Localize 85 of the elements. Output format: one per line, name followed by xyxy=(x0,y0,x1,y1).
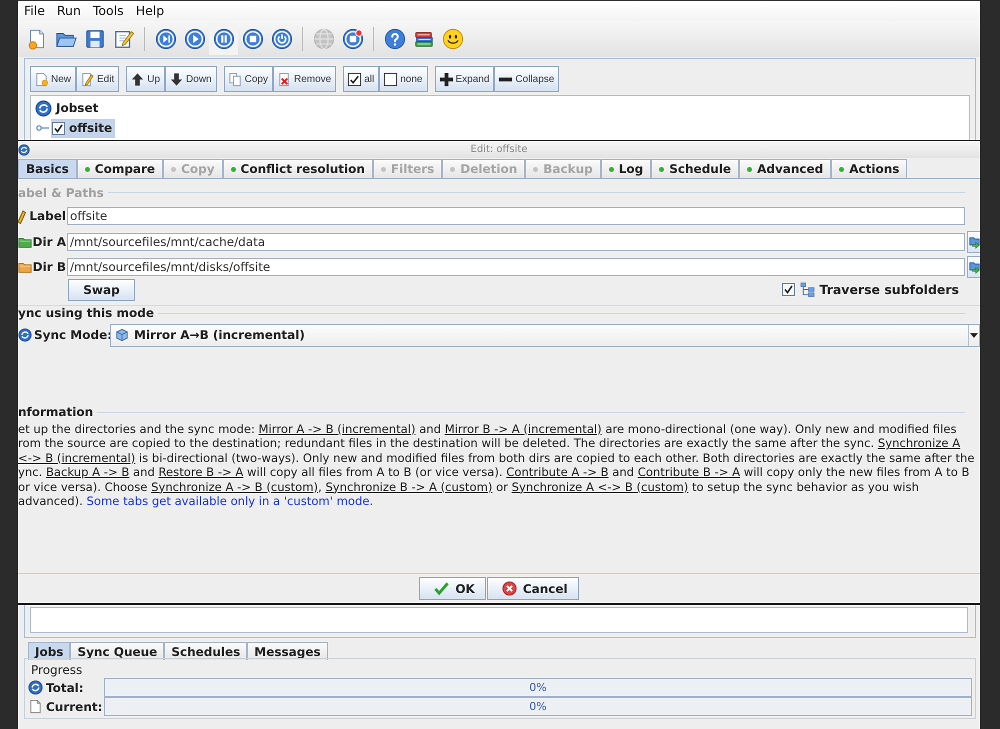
tree-connector-icon xyxy=(36,124,49,132)
page-icon xyxy=(28,699,43,714)
caret-icon xyxy=(970,332,978,338)
group-title: abel & Paths xyxy=(18,186,104,200)
copy-icon xyxy=(228,72,243,86)
select-none-button[interactable]: none xyxy=(379,66,428,92)
skip-forward-icon xyxy=(154,28,176,50)
x-circle-icon xyxy=(502,581,517,596)
input-field[interactable]: offsite xyxy=(67,206,965,224)
up-button[interactable]: Up xyxy=(126,66,166,92)
remove-button[interactable]: Remove xyxy=(272,66,336,92)
edit-icon xyxy=(112,28,134,50)
progress-label: Total: xyxy=(46,680,84,694)
tab[interactable]: Schedules xyxy=(164,642,248,660)
tab[interactable]: Conflict resolution xyxy=(222,159,373,178)
tab[interactable]: Schedule xyxy=(651,159,740,178)
folder-arrow-icon xyxy=(969,235,980,249)
window-title: Edit: offsite xyxy=(470,144,528,155)
sync-mode-dropdown[interactable]: Mirror A→B (incremental) xyxy=(110,324,980,346)
field-label: Dir B xyxy=(32,260,66,274)
browse-button[interactable] xyxy=(967,231,980,253)
progress-text: 0% xyxy=(529,700,547,713)
tab[interactable]: Sync Queue xyxy=(70,642,164,660)
cancel-button[interactable]: Cancel xyxy=(486,577,579,600)
edit-button[interactable]: Edit xyxy=(76,66,120,92)
menu-item[interactable]: Tools xyxy=(86,2,130,20)
checkbox[interactable] xyxy=(52,122,65,134)
field-label: Sync Mode: xyxy=(34,328,112,342)
globe-icon xyxy=(312,28,334,50)
checked-box-icon xyxy=(347,72,362,86)
group-title: nformation xyxy=(18,405,94,419)
input-field[interactable]: /mnt/sourcefiles/mnt/disks/offsite xyxy=(67,258,965,276)
new-file-icon xyxy=(34,72,49,86)
browse-button[interactable] xyxy=(967,256,980,278)
plus-icon xyxy=(438,72,454,86)
tab[interactable]: Advanced xyxy=(739,159,832,178)
swap-button[interactable]: Swap xyxy=(68,278,135,300)
stop-icon xyxy=(242,28,264,50)
field-label: Dir A xyxy=(32,235,66,249)
edit-icon xyxy=(80,72,96,86)
field-label: Label xyxy=(29,208,66,222)
tree-item[interactable]: Jobset xyxy=(34,98,102,118)
expand-button[interactable]: Expand xyxy=(434,66,494,92)
sync-circle-icon xyxy=(28,680,43,695)
tag-icon xyxy=(18,208,26,224)
tab[interactable]: Basics xyxy=(18,159,77,178)
tab[interactable]: Jobs xyxy=(28,642,70,660)
power-icon xyxy=(270,28,292,50)
help-icon xyxy=(384,28,406,50)
checkbox[interactable] xyxy=(782,283,795,296)
menu-item[interactable]: Help xyxy=(130,2,170,20)
tab[interactable]: Messages xyxy=(247,642,328,660)
ok-button[interactable]: OK xyxy=(419,577,486,600)
folder-tree-icon xyxy=(800,282,815,297)
play-icon xyxy=(184,28,206,50)
cube-icon xyxy=(115,328,129,342)
copy-button[interactable]: Copy xyxy=(224,66,273,92)
group-title: Progress xyxy=(31,664,82,677)
menu-item[interactable]: File xyxy=(18,2,51,20)
empty-box-icon xyxy=(383,72,398,86)
pause-icon xyxy=(212,28,234,50)
tree-item[interactable]: offsite xyxy=(51,118,116,138)
input-field[interactable]: /mnt/sourcefiles/mnt/cache/data xyxy=(67,233,965,251)
progress-text: 0% xyxy=(529,681,547,694)
progress-label: Current: xyxy=(46,700,102,714)
checkmark-icon xyxy=(434,581,450,596)
checkbox-label: Traverse subfolders xyxy=(820,282,959,297)
tab[interactable]: Log xyxy=(600,159,652,178)
tab[interactable]: Compare xyxy=(76,159,164,178)
down-button[interactable]: Down xyxy=(165,66,217,92)
group-title: ync using this mode xyxy=(18,306,154,320)
new-button[interactable]: New xyxy=(30,66,76,92)
menu-item[interactable]: Run xyxy=(50,2,87,20)
arrow-down-icon xyxy=(169,72,184,86)
collapse-button[interactable]: Collapse xyxy=(494,66,560,92)
sync-circle-icon xyxy=(18,328,32,342)
arrow-up-icon xyxy=(130,72,146,86)
select-all-button[interactable]: all xyxy=(343,66,380,92)
alert-badge-icon xyxy=(342,28,364,50)
folder-arrow-icon xyxy=(969,260,980,274)
smiley-icon xyxy=(442,28,464,50)
sync-circle-icon xyxy=(35,100,52,116)
sync-circle-icon xyxy=(18,144,30,156)
tab[interactable]: Actions xyxy=(831,159,908,178)
information-text: et up the directories and the sync mode: Mirror A -> B (incremental) and Mirror B -> A (incremental) are mono-directional (one way). Only new and modified files rom the source are copied to the destination; redundant files in the destination will be deleted. The directories are exactly the same after the sync. Synchronize A <-> B (incremental) is bi-directional (two-ways). Only new and modified files from both dirs are copied to each other. Both directories are exactly the same after the ync. Backup A -> B and Restore B -> A will copy all files from A to B (or vice versa). Contribute A -> B and Contribute B -> A will copy only the new files from A to B or vice versa). Choose Synchronize A -> B (custom), Synchronize B -> A (custom) or Synchronize A <-> B (custom) to setup the sync behavior as you wish advanced). Some tabs get available only in a 'custom' mode. xyxy=(18,422,976,508)
